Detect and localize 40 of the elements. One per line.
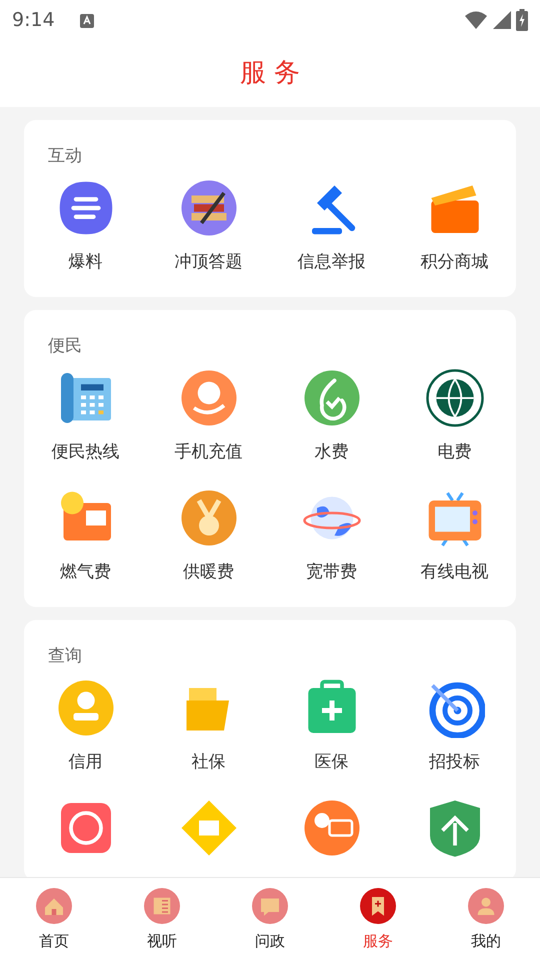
chat-icon xyxy=(252,888,288,924)
service-item[interactable]: 供暖费 xyxy=(147,488,270,584)
tab-button[interactable]: 问政 xyxy=(216,878,324,960)
service-item[interactable]: 信息举报 xyxy=(270,178,393,274)
service-item[interactable]: 宽带费 xyxy=(270,488,393,584)
service-item[interactable]: 便民热线 xyxy=(24,368,147,464)
tab-button[interactable]: 视听 xyxy=(108,878,216,960)
section-title: 互动 xyxy=(47,145,83,168)
service-item[interactable]: 招投标 xyxy=(393,678,516,774)
globe-icon xyxy=(424,368,484,428)
keyboard-icon xyxy=(78,12,95,29)
home-icon xyxy=(36,888,72,924)
section-title: 便民 xyxy=(47,335,83,358)
service-item[interactable]: 爆料 xyxy=(24,178,147,274)
bookmark-icon xyxy=(360,888,396,924)
service-item[interactable]: 水费 xyxy=(270,368,393,464)
service-item[interactable]: 手机充值 xyxy=(147,368,270,464)
list-icon xyxy=(144,888,180,924)
battery-icon xyxy=(516,9,528,31)
service-item[interactable]: 电费 xyxy=(393,368,516,464)
tab-button[interactable]: 服务 xyxy=(324,878,432,960)
service-item[interactable]: 有线电视 xyxy=(393,488,516,584)
signal-icon xyxy=(492,10,512,30)
person-icon xyxy=(468,888,504,924)
service-item[interactable]: 社保 xyxy=(147,678,270,774)
status-time: 9:14 xyxy=(12,8,55,33)
books-icon xyxy=(178,178,238,238)
wifi-icon xyxy=(464,10,488,30)
coin-card-icon xyxy=(302,798,362,858)
medal-icon xyxy=(178,488,238,548)
service-item[interactable]: 积分商城 xyxy=(393,178,516,274)
tab-button[interactable]: 我的 xyxy=(432,878,540,960)
service-item[interactable]: 冲顶答题 xyxy=(147,178,270,274)
page-title: 服 务 xyxy=(240,57,300,90)
service-item[interactable]: 信用 xyxy=(24,678,147,774)
section-title: 查询 xyxy=(47,645,83,668)
service-item[interactable]: 燃气费 xyxy=(24,488,147,584)
service-item[interactable]: 医保 xyxy=(270,678,393,774)
tab-button[interactable]: 首页 xyxy=(0,878,108,960)
water-drop-icon xyxy=(302,368,362,428)
